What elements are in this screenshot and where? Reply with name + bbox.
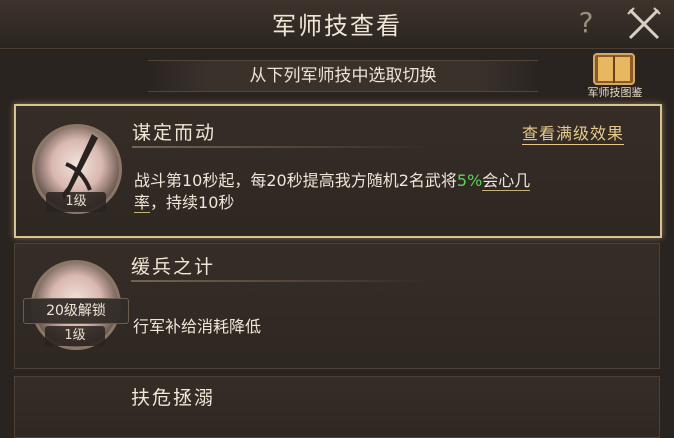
skill-name: 缓兵之计 <box>131 256 216 278</box>
skill-card[interactable]: 20级解锁 1级 缓兵之计 行军补给消耗降低 <box>14 243 660 369</box>
skill-level: 1级 <box>45 326 105 346</box>
close-icon[interactable] <box>624 4 664 44</box>
skill-card[interactable]: 扶危拯溺 <box>14 376 660 438</box>
help-icon[interactable]: ? <box>572 6 600 40</box>
skill-description: 战斗第10秒起，每20秒提高我方随机2名武将5%会心几 率，持续10秒 <box>134 171 531 213</box>
skill-card-selected[interactable]: 1级 谋定而动 查看满级效果 战斗第10秒起，每20秒提高我方随机2名武将5%会… <box>14 104 662 238</box>
top-bar: 军师技查看 ? <box>0 0 674 49</box>
skill-level: 1级 <box>46 192 106 212</box>
skill-name: 谋定而动 <box>132 122 217 144</box>
subtitle-banner: 从下列军师技中选取切换 <box>148 60 538 92</box>
name-divider <box>132 146 432 148</box>
skill-description: 行军补给消耗降低 <box>133 317 262 336</box>
skill-name: 扶危拯溺 <box>131 387 216 409</box>
name-divider <box>131 280 431 282</box>
unlock-badge: 20级解锁 <box>23 298 129 324</box>
view-max-level-link[interactable]: 查看满级效果 <box>522 120 625 145</box>
encyclopedia-label[interactable]: 军师技图鉴 <box>570 84 660 100</box>
